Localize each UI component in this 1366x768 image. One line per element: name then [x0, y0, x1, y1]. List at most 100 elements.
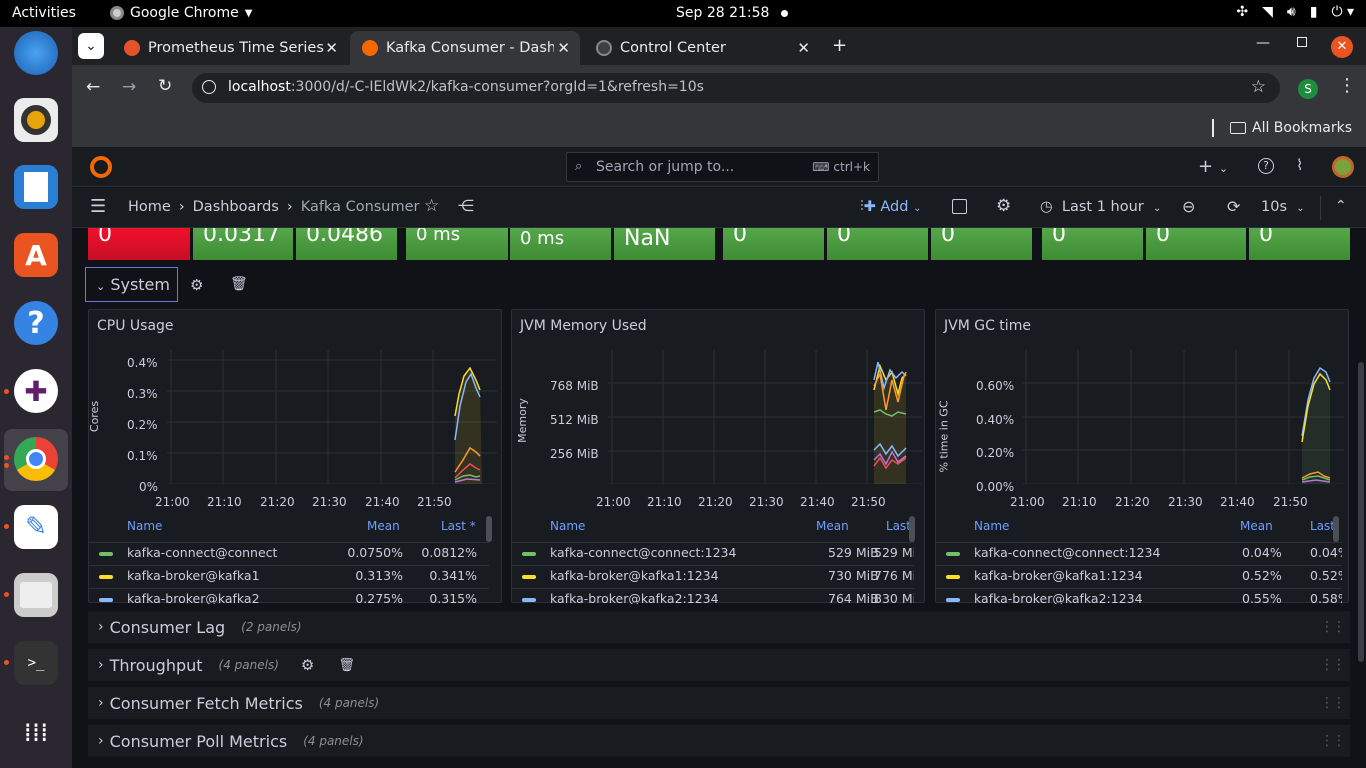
- row-system-header[interactable]: ⌄ System: [85, 267, 178, 302]
- drag-handle-icon[interactable]: ⋮⋮: [1320, 657, 1346, 673]
- legend-header-last[interactable]: Last *: [441, 519, 476, 533]
- row-consumer-fetch-metrics[interactable]: › Consumer Fetch Metrics (4 panels) ⋮⋮: [88, 687, 1350, 719]
- zoom-out-icon[interactable]: ⊖: [1182, 197, 1195, 216]
- legend-row[interactable]: kafka-broker@kafka1 0.313% 0.341%: [89, 565, 489, 585]
- new-tab-button[interactable]: +: [832, 35, 847, 56]
- legend-header-name[interactable]: Name: [127, 519, 162, 533]
- toolbar-divider: [1320, 196, 1321, 220]
- time-range-picker[interactable]: ◷ Last 1 hour ⌄: [1040, 199, 1161, 215]
- row-delete-trash-icon[interactable]: 🗑︎: [230, 276, 248, 292]
- row-throughput[interactable]: › Throughput (4 panels) ⚙ 🗑︎ ⋮⋮: [88, 649, 1350, 681]
- minimize-button[interactable]: —: [1256, 35, 1270, 51]
- system-tray[interactable]: ✣ ◥ 🔊︎ ▮ ⏻ ▾: [1236, 4, 1354, 20]
- jvm-gc-graph[interactable]: [1022, 350, 1344, 484]
- legend-row[interactable]: kafka-broker@kafka2 0.275% 0.315%: [89, 588, 489, 604]
- jvm-memory-graph[interactable]: [608, 350, 922, 484]
- files-icon[interactable]: [14, 573, 58, 617]
- close-icon[interactable]: ✕: [325, 39, 338, 57]
- row-consumer-poll-metrics[interactable]: › Consumer Poll Metrics (4 panels) ⋮⋮: [88, 725, 1350, 757]
- help-icon[interactable]: ?: [1258, 158, 1274, 174]
- menu-hamburger-icon[interactable]: ☰: [90, 196, 106, 217]
- add-button[interactable]: ⫶✚ Add ⌄: [860, 199, 921, 215]
- chevron-down-icon: ▼: [244, 7, 253, 19]
- drag-handle-icon[interactable]: ⋮⋮: [1320, 733, 1346, 749]
- legend-scrollbar[interactable]: [1333, 516, 1339, 542]
- help-icon[interactable]: ?: [14, 301, 58, 345]
- show-apps-icon[interactable]: ⁞⁞⁞: [14, 711, 58, 755]
- bookmark-star-icon[interactable]: ☆: [1251, 77, 1266, 97]
- terminal-icon[interactable]: >_: [14, 641, 58, 685]
- breadcrumb-dashboards[interactable]: Dashboards: [193, 199, 279, 215]
- text-editor-icon[interactable]: ✎: [14, 505, 58, 549]
- legend-row[interactable]: kafka-connect@connect 0.0750% 0.0812%: [89, 542, 489, 562]
- legend-name: kafka-broker@kafka2:1234: [550, 591, 719, 604]
- legend-scrollbar[interactable]: [909, 516, 915, 542]
- legend-header-mean[interactable]: Mean: [367, 519, 400, 533]
- profile-avatar[interactable]: S: [1298, 79, 1318, 99]
- slack-icon[interactable]: ✚: [14, 369, 58, 413]
- legend-header-last[interactable]: Last: [1310, 519, 1335, 533]
- user-avatar[interactable]: [1332, 156, 1354, 178]
- new-plus-button[interactable]: + ⌄: [1198, 156, 1228, 177]
- reload-icon[interactable]: ↻: [158, 76, 172, 96]
- drag-handle-icon[interactable]: ⋮⋮: [1320, 619, 1346, 635]
- legend-header-mean[interactable]: Mean: [1240, 519, 1273, 533]
- legend-header-name[interactable]: Name: [974, 519, 1009, 533]
- share-icon[interactable]: ⋲: [458, 196, 474, 215]
- legend-header-name[interactable]: Name: [550, 519, 585, 533]
- legend-header-last[interactable]: Last: [886, 519, 911, 533]
- clock[interactable]: Sep 28 21:58: [676, 5, 789, 21]
- tab-kafka-consumer[interactable]: Kafka Consumer - Dashb ✕: [350, 31, 580, 65]
- dock: A ? ✚ ✎ >_ ⁞⁞⁞: [0, 27, 72, 768]
- running-indicator: [4, 524, 9, 529]
- star-icon[interactable]: ☆: [424, 196, 439, 216]
- tab-search-button[interactable]: ⌄: [78, 33, 104, 59]
- refresh-icon[interactable]: ⟳: [1227, 197, 1240, 216]
- legend-row[interactable]: kafka-broker@kafka2:1234 0.55% 0.58%: [936, 588, 1342, 604]
- libreoffice-writer-icon[interactable]: [14, 165, 58, 209]
- save-icon[interactable]: [952, 199, 967, 214]
- grafana-logo-icon[interactable]: [90, 156, 112, 178]
- tab-control-center[interactable]: Control Center ✕: [584, 31, 820, 65]
- url-path: :3000/d/-C-IEldWk2/kafka-consumer?orgId=…: [290, 79, 704, 95]
- row-consumer-lag[interactable]: › Consumer Lag (2 panels) ⋮⋮: [88, 611, 1350, 643]
- news-rss-icon[interactable]: ⌇: [1296, 156, 1303, 174]
- menu-kebab-icon[interactable]: ⋮: [1338, 75, 1356, 96]
- url-input[interactable]: localhost:3000/d/-C-IEldWk2/kafka-consum…: [192, 73, 1280, 103]
- legend-row[interactable]: kafka-connect@connect:1234 0.04% 0.04%: [936, 542, 1342, 562]
- chrome-icon[interactable]: [14, 437, 58, 481]
- legend-row[interactable]: kafka-connect@connect:1234 529 MiB 529 M…: [512, 542, 914, 562]
- close-icon[interactable]: ✕: [797, 39, 810, 57]
- all-bookmarks-button[interactable]: All Bookmarks: [1230, 120, 1352, 136]
- y-tick: 768 MiB: [550, 379, 599, 393]
- back-icon[interactable]: ←: [86, 77, 100, 97]
- row-settings-gear-icon[interactable]: ⚙: [190, 276, 203, 294]
- site-info-icon[interactable]: [202, 80, 216, 94]
- refresh-interval-picker[interactable]: 10s ⌄: [1261, 199, 1305, 215]
- app-menu[interactable]: Google Chrome ▼: [110, 5, 252, 21]
- collapse-toolbar-icon[interactable]: ⌃: [1335, 198, 1347, 214]
- legend-row[interactable]: kafka-broker@kafka1:1234 730 MiB 776 MiB: [512, 565, 914, 585]
- ubuntu-software-icon[interactable]: A: [14, 233, 58, 277]
- cpu-usage-graph[interactable]: [167, 350, 497, 484]
- settings-gear-icon[interactable]: ⚙: [996, 196, 1011, 216]
- close-window-button[interactable]: ✕: [1331, 36, 1353, 58]
- forward-icon[interactable]: →: [122, 77, 136, 97]
- breadcrumb-home[interactable]: Home: [128, 199, 171, 215]
- close-icon[interactable]: ✕: [557, 39, 570, 57]
- thunderbird-icon[interactable]: [14, 31, 58, 75]
- power-menu-icon: ⏻ ▾: [1331, 4, 1354, 20]
- drag-handle-icon[interactable]: ⋮⋮: [1320, 695, 1346, 711]
- row-delete-trash-icon[interactable]: 🗑︎: [338, 658, 355, 673]
- legend-row[interactable]: kafka-broker@kafka1:1234 0.52% 0.52%: [936, 565, 1342, 585]
- maximize-button[interactable]: [1297, 37, 1307, 47]
- legend-row[interactable]: kafka-broker@kafka2:1234 764 MiB 830 MiB: [512, 588, 914, 604]
- legend-scrollbar[interactable]: [486, 516, 492, 542]
- search-input[interactable]: ⌕ Search or jump to... ⌨ ctrl+k: [566, 152, 879, 182]
- page-scrollbar[interactable]: [1358, 362, 1364, 662]
- activities-button[interactable]: Activities: [12, 5, 76, 21]
- legend-header-mean[interactable]: Mean: [816, 519, 849, 533]
- row-settings-gear-icon[interactable]: ⚙: [301, 656, 314, 674]
- tab-prometheus[interactable]: Prometheus Time Series ✕: [112, 31, 348, 65]
- rhythmbox-icon[interactable]: [14, 98, 58, 142]
